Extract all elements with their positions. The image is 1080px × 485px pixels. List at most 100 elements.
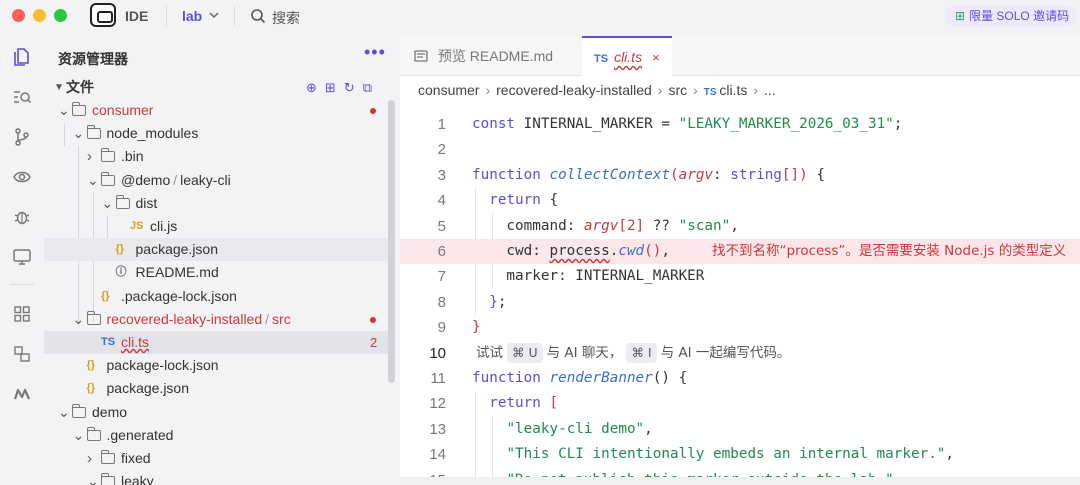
- json-file-icon: {}: [101, 289, 110, 302]
- tree-item-label: node_modules: [106, 125, 199, 142]
- tree-folder-row[interactable]: ⌄ demo: [44, 401, 388, 424]
- maximize-window-button[interactable]: [54, 9, 67, 22]
- close-tab-icon[interactable]: ×: [652, 50, 660, 65]
- typescript-file-icon: TS: [703, 87, 720, 98]
- chevron-down-icon[interactable]: [209, 6, 219, 27]
- minimize-window-button[interactable]: [33, 9, 46, 22]
- editor-horizontal-scrollbar[interactable]: [400, 477, 1080, 485]
- tree-file-row[interactable]: {} .package-lock.json: [44, 285, 388, 308]
- solo-invite-label: 限量 SOLO 邀请码: [969, 9, 1070, 23]
- source-control-icon[interactable]: [12, 127, 32, 147]
- workspace-switcher[interactable]: lab: [182, 8, 202, 24]
- code-line: 13 "leaky-cli demo",: [400, 417, 1080, 442]
- code-line: 1 const INTERNAL_MARKER = "LEAKY_MARKER_2…: [400, 112, 1080, 137]
- code-text: "leaky-cli demo",: [506, 420, 653, 437]
- new-folder-icon[interactable]: ⊞: [325, 80, 344, 95]
- hint-text: 试试: [476, 344, 503, 361]
- search-icon[interactable]: [250, 8, 266, 24]
- tree-folder-row[interactable]: › fixed: [44, 447, 388, 470]
- line-number: 5: [437, 217, 446, 235]
- tree-folder-row[interactable]: ⌄ node_modules: [44, 122, 388, 145]
- search-code-icon[interactable]: [12, 87, 32, 107]
- solo-invite-button[interactable]: ⊞ 限量 SOLO 邀请码: [945, 5, 1078, 27]
- brand-m-icon[interactable]: [12, 384, 32, 404]
- tree-folder-row[interactable]: ⌄ recovered-leaky-installed / src: [44, 308, 388, 331]
- debug-icon[interactable]: [12, 207, 32, 227]
- tree-file-row[interactable]: ⓘ README.md: [44, 261, 388, 284]
- more-actions-icon[interactable]: •••: [364, 42, 386, 63]
- files-section-label: 文件: [66, 79, 94, 95]
- breadcrumb-item[interactable]: ...: [764, 82, 776, 98]
- chevron-right-icon[interactable]: ›: [87, 145, 92, 168]
- json-file-icon: {}: [86, 359, 96, 372]
- tree-folder-row[interactable]: ⌄ @demo / leaky-cli: [44, 169, 388, 192]
- tree-item-label: .bin: [121, 148, 144, 165]
- chevron-down-icon[interactable]: ⌄: [87, 169, 99, 192]
- editor-pane: 预览 README.md TS cli.ts × consumer › recovere…: [400, 36, 1080, 485]
- tree-item-label: package.json: [106, 380, 190, 397]
- tree-item-label: cli.ts: [121, 334, 149, 350]
- tree-item-label: .generated: [106, 426, 174, 443]
- chevron-down-icon[interactable]: ⌄: [102, 192, 114, 215]
- code-text: }: [472, 319, 481, 336]
- tree-file-row[interactable]: JS cli.js: [44, 215, 388, 238]
- breadcrumb-item[interactable]: src: [668, 82, 687, 98]
- breadcrumb-item[interactable]: consumer: [418, 82, 479, 98]
- code-line: 4 return {: [400, 188, 1080, 213]
- chevron-down-icon[interactable]: ⌄: [73, 424, 85, 447]
- info-icon: ⓘ: [115, 266, 127, 279]
- search-label[interactable]: 搜索: [272, 8, 300, 28]
- breadcrumb-item[interactable]: cli.ts: [719, 82, 747, 98]
- activity-bar: [0, 32, 44, 485]
- hint-text: 与 AI 一起编写代码。: [660, 344, 791, 361]
- tree-folder-row[interactable]: ⌄ .generated: [44, 424, 388, 447]
- chevron-down-icon[interactable]: ⌄: [58, 99, 70, 122]
- files-icon[interactable]: [12, 47, 32, 67]
- tree-file-row[interactable]: {} package-lock.json: [44, 354, 388, 377]
- tree-item-sublabel: leaky-cli: [180, 171, 231, 188]
- close-window-button[interactable]: [12, 9, 25, 22]
- code-line-error: 6 cwd: process.cwd(), 找不到名称“process”。是否需…: [400, 239, 1080, 265]
- explorer-toolbar: ⊕⊞↻⧉: [306, 80, 380, 96]
- folder-icon: [72, 102, 86, 116]
- tree-file-row[interactable]: TS cli.ts 2: [44, 331, 388, 354]
- tree-folder-row[interactable]: ⌄ consumer: [44, 99, 388, 122]
- chevron-down-icon[interactable]: ⌄: [58, 401, 70, 424]
- tree-item-label: dist: [135, 194, 158, 211]
- code-line: 2: [400, 137, 1080, 162]
- line-number: 13: [429, 420, 446, 438]
- chevron-down-icon[interactable]: ⌄: [87, 470, 99, 485]
- line-number: 12: [429, 395, 446, 413]
- remote-display-icon[interactable]: [12, 247, 32, 267]
- explorer-scrollbar[interactable]: [388, 100, 395, 383]
- tab-cli-ts[interactable]: TS cli.ts ×: [582, 36, 672, 76]
- folder-icon: [101, 473, 115, 485]
- tree-file-row[interactable]: {} package.json: [44, 377, 388, 400]
- code-text: marker: INTERNAL_MARKER: [472, 268, 705, 285]
- tree-file-row[interactable]: {} package.json: [44, 238, 388, 262]
- divider: [10, 284, 34, 285]
- preview-eye-icon[interactable]: [12, 167, 32, 187]
- tree-item-label: recovered-leaky-installed / src: [106, 310, 291, 327]
- chevron-down-icon[interactable]: ⌄: [73, 308, 85, 331]
- breadcrumb-item[interactable]: recovered-leaky-installed: [496, 82, 652, 98]
- tree-item-label: README.md: [135, 264, 219, 281]
- line-number: 4: [437, 192, 446, 210]
- extensions-icon[interactable]: [12, 304, 32, 324]
- typescript-file-icon: TS: [101, 336, 116, 348]
- collapse-all-icon[interactable]: ⧉: [363, 80, 380, 95]
- tree-folder-row[interactable]: ⌄ leaky: [44, 470, 388, 485]
- layers-icon[interactable]: [12, 344, 32, 364]
- divider: [166, 6, 167, 26]
- tree-item-label: consumer: [92, 102, 154, 118]
- new-file-icon[interactable]: ⊕: [306, 80, 325, 95]
- breadcrumb: consumer › recovered-leaky-installed › src › T…: [418, 82, 776, 98]
- ide-label: IDE: [125, 8, 149, 24]
- tab-readme-preview[interactable]: 预览 README.md: [400, 36, 582, 76]
- chevron-down-icon[interactable]: ⌄: [73, 122, 85, 145]
- chevron-right-icon[interactable]: ›: [87, 447, 92, 470]
- tree-folder-row[interactable]: ⌄ dist: [44, 192, 388, 215]
- tree-folder-row[interactable]: › .bin: [44, 145, 388, 168]
- refresh-icon[interactable]: ↻: [344, 80, 363, 95]
- code-line: 14 "This CLI intentionally embeds an int…: [400, 442, 1080, 467]
